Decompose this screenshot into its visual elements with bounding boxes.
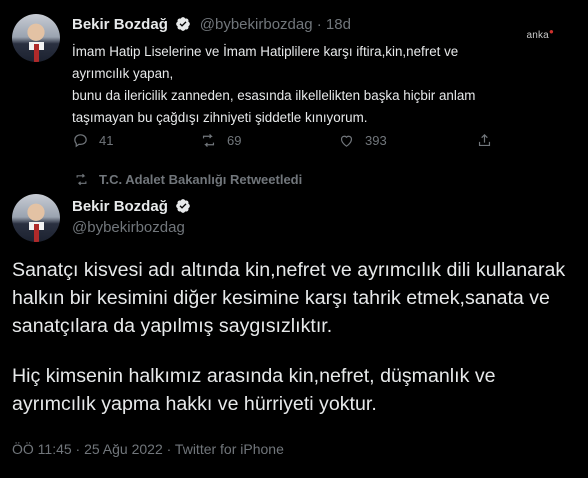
tweet-line: bunu da ilericilik zanneden, esasında il… (72, 88, 476, 103)
tweet-header: Bekir Bozdağ @bybekirbozdag (72, 198, 191, 236)
tweet-line: ayrımcılık yapan, (72, 66, 174, 81)
tweet-timestamp-source[interactable]: ÖÖ 11:45 · 25 Ağu 2022 · Twitter for iPh… (12, 441, 284, 457)
tweet-line: İmam Hatip Liselerine ve İmam Hatipliler… (72, 44, 459, 59)
author-name[interactable]: Bekir Bozdağ (72, 198, 168, 215)
like-button[interactable]: 393 (338, 132, 387, 149)
verified-badge-icon (176, 199, 191, 213)
avatar[interactable] (12, 14, 60, 62)
retweet-button[interactable]: 69 (200, 132, 241, 149)
share-button[interactable] (476, 132, 493, 149)
tweet-paragraph: Hiç kimsenin halkımız arasında kin,nefre… (12, 365, 496, 415)
reply-icon (74, 134, 87, 148)
tweet-header: Bekir Bozdağ @bybekirbozdag · 18d (72, 16, 351, 34)
tweet-first[interactable]: Bekir Bozdağ @bybekirbozdag · 18d İmam H… (0, 0, 588, 164)
tweet-line: taşımayan bu çağdışı zihniyeti şiddetle … (72, 110, 368, 125)
like-icon (340, 135, 353, 147)
author-handle-time: @bybekirbozdag · 18d (199, 16, 351, 33)
tweet-actions: 41 69 393 (72, 132, 532, 154)
reply-button[interactable]: 41 (72, 132, 113, 149)
verified-badge-icon (176, 17, 191, 31)
tweet-text: Sanatçı kisvesi adı altında kin,nefret v… (12, 256, 582, 440)
reply-count: 41 (99, 133, 114, 148)
tweet-paragraph: Sanatçı kisvesi adı altında kin,nefret v… (12, 259, 566, 337)
retweet-banner[interactable]: T.C. Adalet Bakanlığı Retweetledi (74, 172, 302, 187)
share-icon (478, 133, 491, 147)
tweet-text: İmam Hatip Liselerine ve İmam Hatipliler… (72, 41, 532, 129)
author-handle[interactable]: @bybekirbozdag (72, 219, 191, 236)
like-count: 393 (365, 133, 387, 148)
avatar[interactable] (12, 194, 60, 242)
retweet-icon (76, 173, 87, 186)
retweet-count: 69 (227, 133, 242, 148)
retweet-icon (202, 134, 215, 147)
author-name[interactable]: Bekir Bozdağ (72, 16, 168, 33)
retweeted-by-label: T.C. Adalet Bakanlığı Retweetledi (99, 172, 303, 187)
